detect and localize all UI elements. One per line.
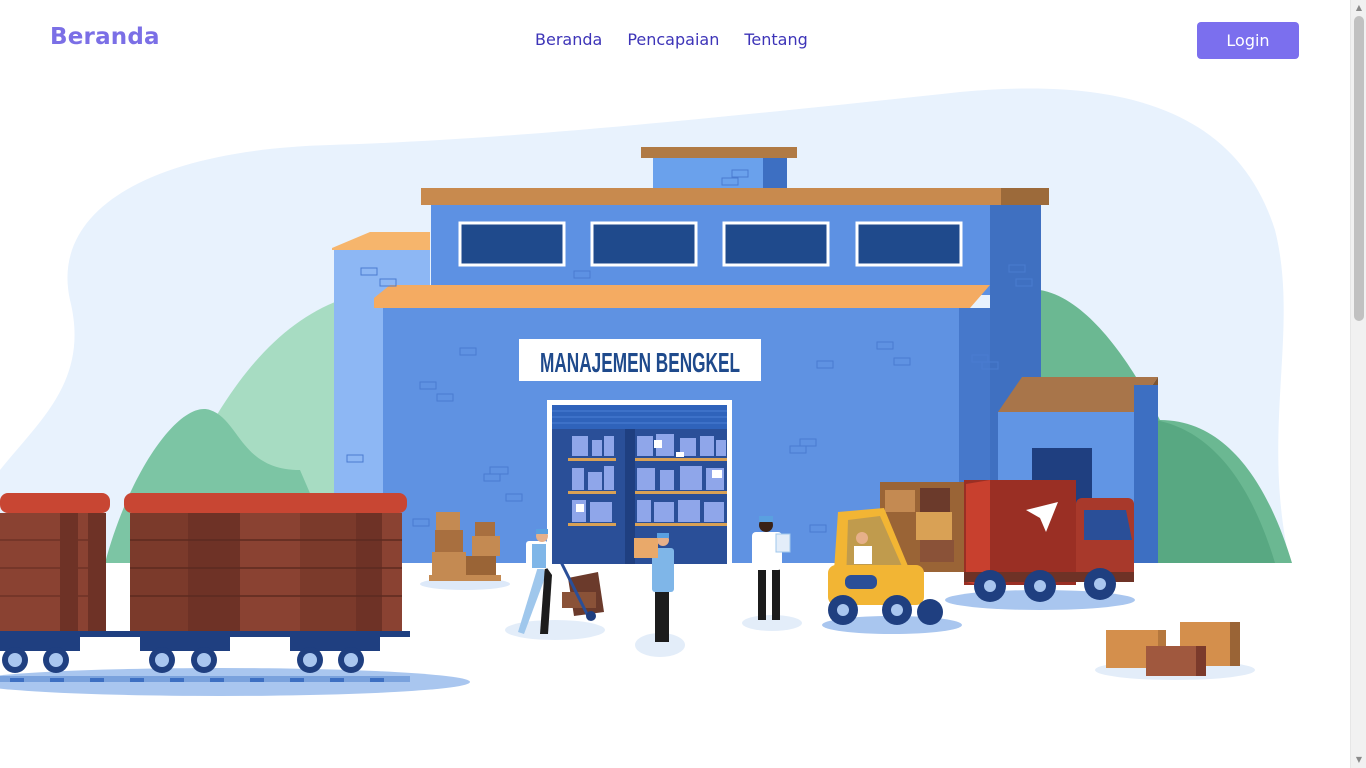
middle-roof bbox=[374, 285, 990, 308]
delivery-truck bbox=[964, 480, 1134, 602]
train-chassis bbox=[0, 631, 410, 637]
train-wagon-2 bbox=[124, 493, 407, 631]
tower-roof bbox=[641, 147, 797, 158]
nav-links: Beranda Pencapaian Tentang bbox=[535, 30, 833, 49]
login-button[interactable]: Login bbox=[1197, 22, 1299, 59]
warehouse-illustration: MANAJEMEN BENGKEL bbox=[0, 88, 1292, 696]
brand-link[interactable]: Beranda bbox=[50, 24, 160, 50]
building-sign: MANAJEMEN BENGKEL bbox=[540, 347, 740, 378]
navbar: Beranda Beranda Pencapaian Tentang Login bbox=[0, 0, 1350, 82]
scroll-up-icon[interactable]: ▲ bbox=[1354, 3, 1364, 13]
hero-illustration: MANAJEMEN BENGKEL bbox=[0, 82, 1350, 768]
upper-roof bbox=[421, 188, 1049, 205]
nav-link-tentang[interactable]: Tentang bbox=[744, 30, 807, 49]
scrollbar-thumb[interactable] bbox=[1354, 16, 1364, 321]
train-wagon-1 bbox=[0, 493, 110, 631]
nav-link-beranda[interactable]: Beranda bbox=[535, 30, 602, 49]
vertical-scrollbar[interactable]: ▲ ▼ bbox=[1350, 0, 1366, 768]
nav-link-pencapaian[interactable]: Pencapaian bbox=[627, 30, 719, 49]
scroll-down-icon[interactable]: ▼ bbox=[1354, 755, 1364, 765]
